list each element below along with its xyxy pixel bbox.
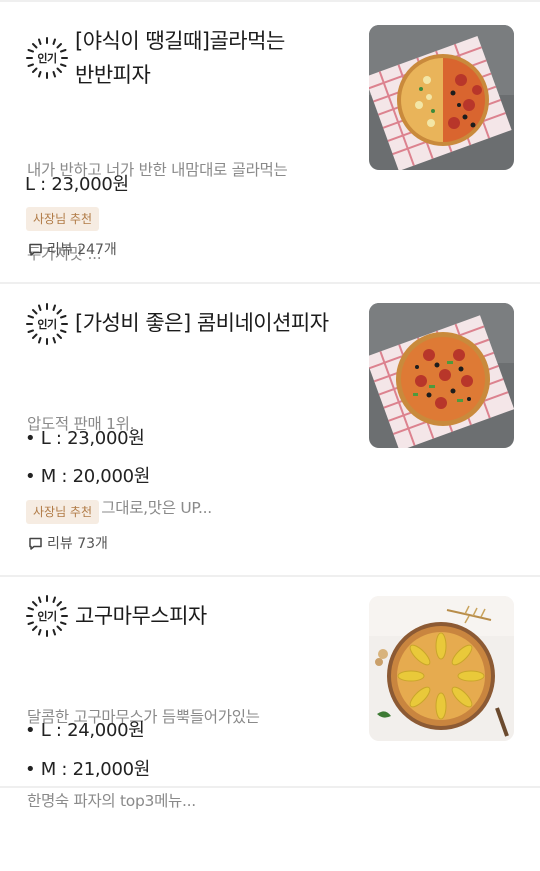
owner-recommend-tag: 사장님 추천 (26, 500, 100, 524)
bottom-divider (0, 786, 540, 788)
review-count[interactable]: 리뷰 73개 (28, 535, 108, 553)
popular-badge-text: 인기 (37, 52, 57, 65)
review-count-text: 리뷰 247개 (47, 242, 117, 258)
menu-title-line: [가성비 좋은] 콤비네이션피자 (75, 311, 329, 335)
menu-item-combination-pizza[interactable]: 인기 [가성비 좋은] 콤비네이션피자 압도적 판매 1위. 가격은 그대로,맛… (0, 284, 540, 575)
menu-image-sweet-potato-pizza[interactable] (369, 596, 514, 741)
menu-title[interactable]: 고구마무스피자 (75, 599, 355, 633)
menu-title[interactable]: [야식이 땡길때]골라먹는 반반피자 (75, 24, 355, 92)
popular-badge-text: 인기 (37, 610, 57, 623)
menu-item-sweet-potato-pizza[interactable]: 인기 고구마무스피자 달콤한 고구마무스가 듬뿍들어가있는 한명숙 파자의 to… (0, 577, 540, 810)
menu-title[interactable]: [가성비 좋은] 콤비네이션피자 (75, 306, 365, 340)
menu-price-m: • M : 21,000원 (25, 759, 151, 780)
popular-badge: 인기 (25, 594, 69, 638)
menu-item-half-half-pizza[interactable]: 인기 [야식이 땡길때]골라먹는 반반피자 내가 반하고 너가 반한 내맘대로 … (0, 0, 540, 282)
menu-price-l: • L : 24,000원 (25, 720, 145, 741)
menu-price-l: • L : 23,000원 (25, 428, 145, 449)
menu-title-line: 고구마무스피자 (75, 604, 207, 628)
popular-badge: 인기 (25, 302, 69, 346)
menu-title-line: [야식이 땡길때]골라먹는 (75, 29, 285, 53)
menu-image-half-half-pizza[interactable] (369, 25, 514, 170)
menu-description-line: 한명숙 파자의 top3메뉴... (27, 792, 196, 810)
review-count[interactable]: 리뷰 247개 (28, 241, 117, 259)
popular-badge: 인기 (25, 36, 69, 80)
review-bubble-icon (29, 537, 42, 550)
menu-price-m: • M : 20,000원 (25, 466, 151, 487)
owner-recommend-tag: 사장님 추천 (26, 207, 100, 231)
menu-title-line: 반반피자 (75, 63, 151, 87)
review-count-text: 리뷰 73개 (47, 536, 108, 552)
menu-image-combination-pizza[interactable] (369, 303, 514, 448)
popular-badge-text: 인기 (37, 318, 57, 331)
review-bubble-icon (29, 243, 42, 256)
menu-price-l: L : 23,000원 (25, 174, 129, 195)
